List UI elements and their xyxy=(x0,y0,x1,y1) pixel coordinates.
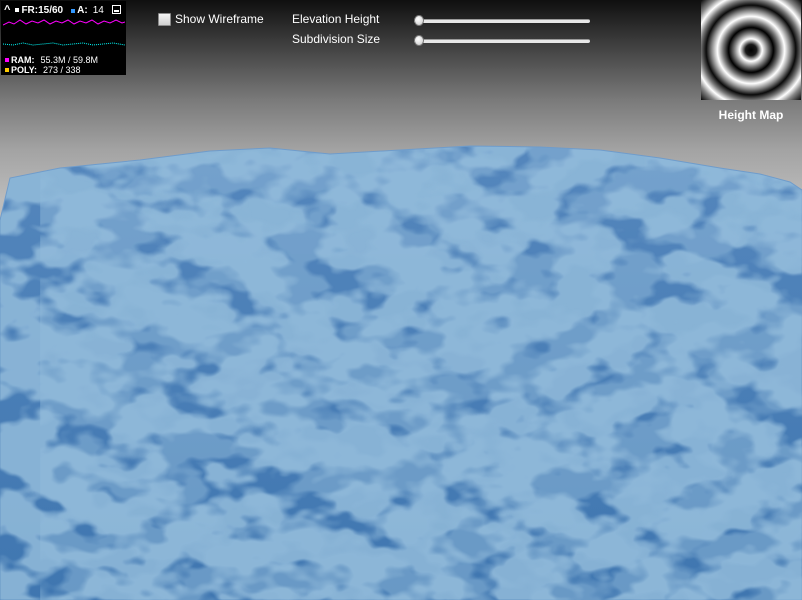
elevation-slider-thumb[interactable] xyxy=(414,15,424,26)
a-marker xyxy=(71,8,76,13)
height-map-label: Height Map xyxy=(718,108,784,122)
fr-marker xyxy=(15,8,20,12)
wireframe-label: Show Wireframe xyxy=(175,12,264,26)
ms-graph-line xyxy=(3,42,125,46)
subdivision-slider-track xyxy=(414,39,590,43)
stats-panel: ^ FR:15/60 A: 14 RAM: 55.3M / 59.8M POLY… xyxy=(1,1,126,75)
subdivision-slider-thumb[interactable] xyxy=(414,35,424,46)
fr-readout: FR:15/60 xyxy=(21,4,64,16)
elevation-height-slider[interactable] xyxy=(414,13,590,27)
elevation-height-label: Elevation Height xyxy=(292,12,380,26)
poly-readout: POLY: 273 / 338 xyxy=(5,65,81,75)
fps-graph-line xyxy=(3,19,125,26)
poly-marker xyxy=(5,68,9,72)
height-map-preview xyxy=(701,0,801,100)
ram-marker xyxy=(5,58,9,62)
performance-graph xyxy=(3,19,125,46)
subdivision-size-slider[interactable] xyxy=(414,33,590,47)
terrain-viewport[interactable] xyxy=(0,0,802,600)
elevation-slider-track xyxy=(414,19,590,23)
water-surface xyxy=(0,146,802,600)
minimize-icon[interactable] xyxy=(112,5,121,14)
height-map-image xyxy=(701,0,801,100)
wireframe-checkbox[interactable] xyxy=(158,13,171,26)
a-readout-label: A: xyxy=(71,5,88,16)
subdivision-size-label: Subdivision Size xyxy=(292,32,381,46)
a-readout-value: 14 xyxy=(92,4,104,16)
ram-readout: RAM: 55.3M / 59.8M xyxy=(5,55,98,65)
